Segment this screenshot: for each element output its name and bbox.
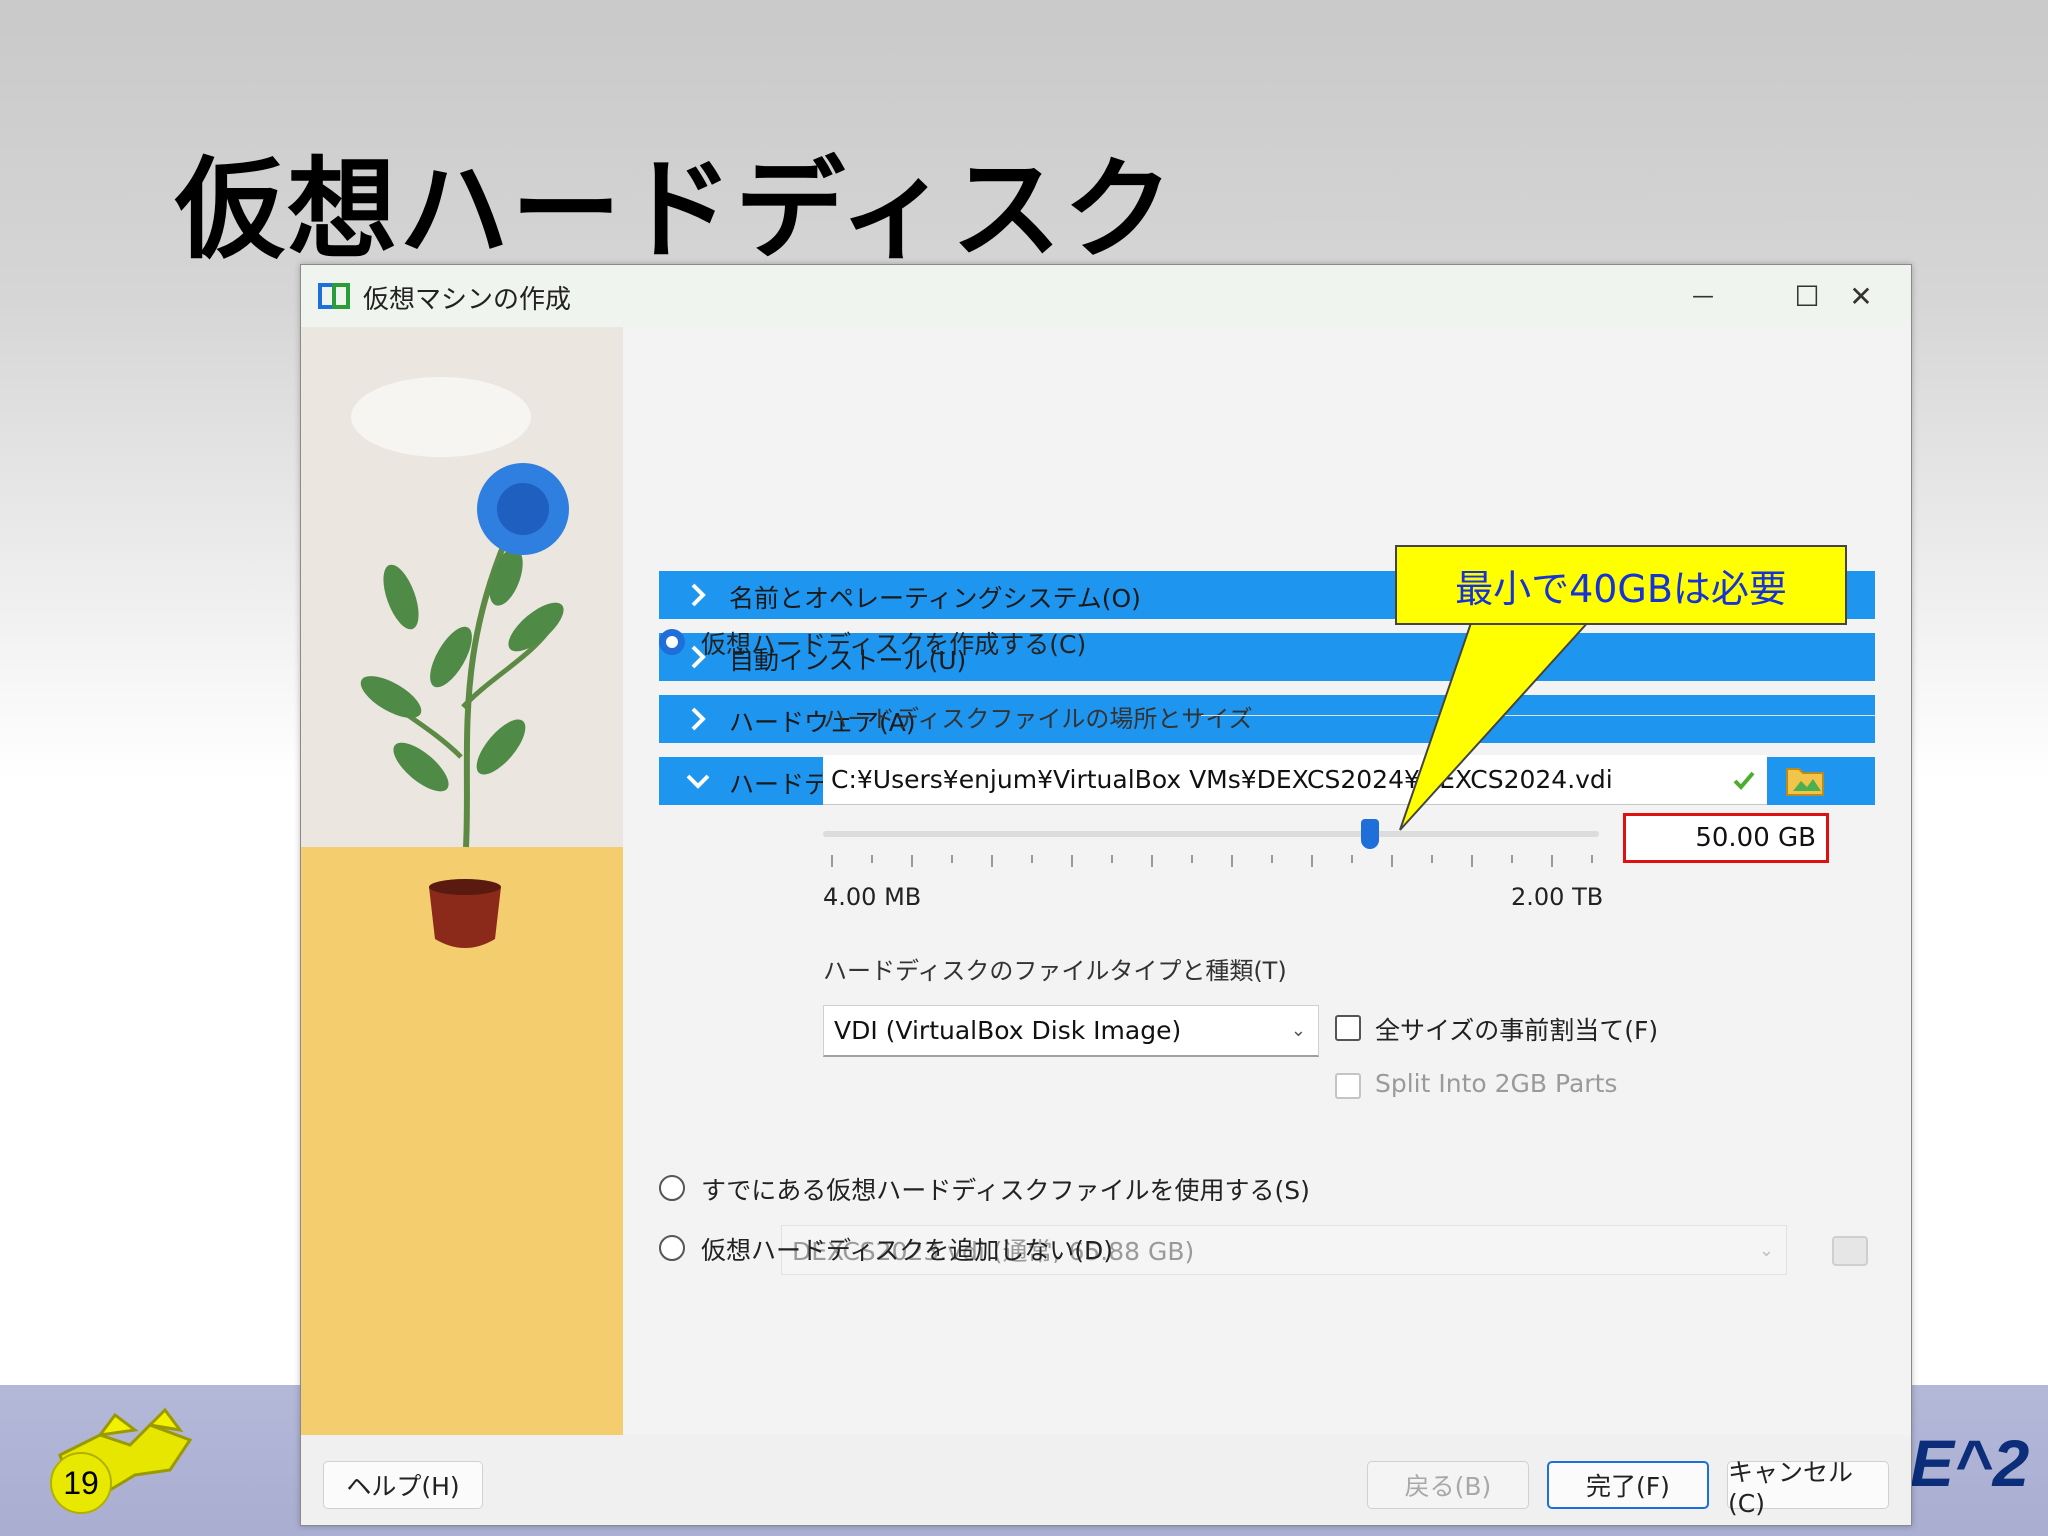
slider-tick xyxy=(1351,855,1353,863)
chevron-right-icon xyxy=(691,583,706,607)
virtualbox-app-icon xyxy=(318,283,350,309)
location-size-group-label: ハードディスクファイルの場所とサイズ xyxy=(823,705,1253,733)
page-number: 19 xyxy=(50,1452,112,1514)
folder-browse-disabled-icon[interactable] xyxy=(1831,1231,1869,1267)
back-button[interactable]: 戻る(B) xyxy=(1367,1461,1529,1509)
slider-tick xyxy=(1271,855,1273,863)
brand-logo-text: E^2 xyxy=(1910,1426,2030,1500)
no-disk-label: 仮想ハードディスクを追加しない(D) xyxy=(701,1236,1114,1265)
slider-tick xyxy=(991,855,993,867)
disk-size-input[interactable]: 50.00 GB xyxy=(1623,813,1829,863)
disk-file-path-input[interactable]: C:¥Users¥enjum¥VirtualBox VMs¥DEXCS2024¥… xyxy=(823,755,1767,805)
slide-title: 仮想ハードディスク xyxy=(175,146,1176,274)
slider-tick xyxy=(871,855,873,863)
create-vm-dialog: 仮想マシンの作成 — ☐ ✕ 名前とオペレーティングシステム(O) 自動インスト… xyxy=(300,264,1912,1526)
create-disk-label: 仮想ハードディスクを作成する(C) xyxy=(701,630,1087,659)
titlebar: 仮想マシンの作成 — ☐ ✕ xyxy=(301,265,1911,327)
slider-tick xyxy=(1391,855,1393,867)
finish-button[interactable]: 完了(F) xyxy=(1547,1461,1709,1509)
split-2gb-label: Split Into 2GB Parts xyxy=(1375,1069,1618,1098)
slider-tick xyxy=(1551,855,1553,867)
close-icon: ✕ xyxy=(1849,279,1873,313)
slider-tick xyxy=(1431,855,1433,863)
cancel-button[interactable]: キャンセル(C) xyxy=(1727,1458,1889,1518)
chevron-down-icon xyxy=(686,774,710,789)
slider-tick xyxy=(1071,855,1073,867)
slider-tick xyxy=(1511,855,1513,863)
slider-tick xyxy=(1591,855,1593,863)
plant-illustration-icon xyxy=(301,327,623,1475)
slider-tick xyxy=(831,855,833,867)
use-existing-disk-radio[interactable] xyxy=(659,1175,685,1201)
slider-tick xyxy=(1311,855,1313,867)
slider-tick xyxy=(1191,855,1193,863)
split-2gb-checkbox[interactable] xyxy=(1335,1073,1361,1099)
callout-note: 最小で40GBは必要 xyxy=(1395,545,1847,625)
no-disk-radio[interactable] xyxy=(659,1235,685,1261)
minimize-icon: — xyxy=(1692,283,1714,309)
slider-tick xyxy=(951,855,953,863)
file-type-group-label: ハードディスクのファイルタイプと種類(T) xyxy=(823,957,1287,985)
slider-tick xyxy=(1471,855,1473,867)
disk-size-value: 50.00 GB xyxy=(1695,823,1816,853)
slider-min-label: 4.00 MB xyxy=(823,883,922,911)
close-button[interactable]: ✕ xyxy=(1811,265,1911,327)
chevron-down-icon: ⌄ xyxy=(1290,1020,1306,1041)
use-existing-disk-label: すでにある仮想ハードディスクファイルを使用する(S) xyxy=(701,1176,1310,1205)
slider-max-label: 2.00 TB xyxy=(1511,883,1604,911)
chevron-right-icon xyxy=(691,707,706,731)
preallocate-checkbox[interactable] xyxy=(1335,1015,1361,1041)
minimize-button[interactable]: — xyxy=(1653,265,1753,327)
chevron-down-icon: ⌄ xyxy=(1758,1240,1774,1261)
wizard-illustration xyxy=(301,327,623,1475)
section-label: 名前とオペレーティングシステム(O) xyxy=(729,584,1141,613)
disk-type-value: VDI (VirtualBox Disk Image) xyxy=(834,1016,1182,1045)
folder-browse-icon[interactable] xyxy=(1785,761,1825,799)
slider-tick xyxy=(1151,855,1153,867)
preallocate-label: 全サイズの事前割当て(F) xyxy=(1375,1016,1659,1045)
valid-check-icon xyxy=(1733,771,1755,790)
disk-type-select[interactable]: VDI (VirtualBox Disk Image) ⌄ xyxy=(823,1005,1319,1057)
help-button[interactable]: ヘルプ(H) xyxy=(323,1461,483,1509)
create-disk-radio[interactable] xyxy=(659,629,685,655)
slider-tick xyxy=(1111,855,1113,863)
slider-tick xyxy=(911,855,913,867)
window-title: 仮想マシンの作成 xyxy=(363,285,572,315)
slider-tick xyxy=(1031,855,1033,863)
slider-tick xyxy=(1231,855,1233,867)
callout-pointer xyxy=(1399,619,1593,831)
disk-size-slider-thumb[interactable] xyxy=(1361,819,1379,849)
